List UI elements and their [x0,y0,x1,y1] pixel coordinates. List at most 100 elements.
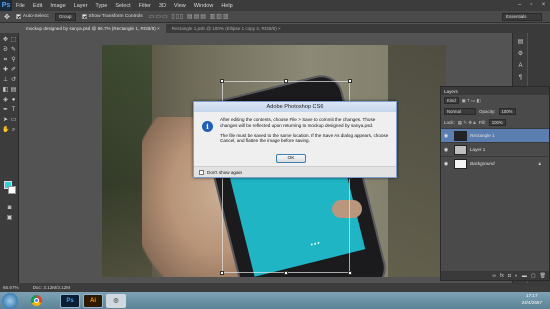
workspace-switcher[interactable]: Essentials [502,13,542,21]
chrome-icon[interactable] [26,294,46,308]
layers-tab[interactable]: Layers [441,87,549,95]
history-brush-icon[interactable]: ↺ [10,77,17,84]
window-controls: – ▫ × [515,1,548,9]
history-panel-icon[interactable]: ▤ [517,39,524,46]
filter-icons[interactable]: ▣ T ▭ ◧ [462,98,481,104]
dialog-title: Adobe Photoshop CS6 [194,102,396,112]
eraser-icon[interactable]: ◧ [2,87,9,94]
start-button[interactable] [2,292,18,309]
fill-field[interactable]: 100% [488,119,506,126]
zoom-level[interactable]: 66.67% [3,285,19,290]
tab-rectangle[interactable]: Rectangle 1.psb @ 100% (Ellipse 1 copy 2… [166,24,287,33]
menu-filter[interactable]: Filter [135,3,155,9]
menu-view[interactable]: View [170,3,190,9]
document-tabs: mockup designed by sanya.psd @ 66.7% (Re… [20,24,532,33]
photoshop-dialog: Adobe Photoshop CS6 i After editing the … [193,101,397,178]
lock-label: Lock: [444,120,455,125]
menu-select[interactable]: Select [111,3,134,9]
layer-background[interactable]: ◉ Background 🔒︎ [441,156,549,170]
adjustment-icon[interactable]: ◐ [515,273,518,279]
auto-select-dropdown[interactable]: Group [55,12,76,21]
paragraph-panel-icon[interactable]: ¶ [517,75,524,82]
properties-panel-icon[interactable]: ⚙ [517,51,524,58]
menu-layer[interactable]: Layer [70,3,92,9]
quick-mask-icon[interactable]: ◙ [6,205,13,212]
status-bar: 66.67% Doc: 3.12M/3.12M [0,283,550,292]
folder-icon[interactable]: ▬ [522,273,527,279]
brush-icon[interactable]: ✐ [10,67,17,74]
transform-handle[interactable] [220,271,224,275]
maximize-icon[interactable]: ▫ [527,1,536,9]
menu-window[interactable]: Window [190,3,218,9]
link-icon[interactable]: ∞ [492,273,496,279]
options-bar: ✥ Auto-Select: Group Show Transform Cont… [0,11,550,23]
layers-filter-row: Kind ▣ T ▭ ◧ [441,95,549,106]
menu-image[interactable]: Image [46,3,69,9]
transform-handle[interactable] [220,79,224,83]
trash-icon[interactable]: 🗑︎ [540,273,546,279]
screen-mode-icon[interactable]: ▣ [6,215,13,222]
close-icon[interactable]: × [539,1,548,9]
crop-icon[interactable]: ⌗ [2,57,9,64]
show-transform-checkbox[interactable] [81,14,87,19]
layer-rectangle-1[interactable]: ◉ Rectangle 1 [441,128,549,142]
marquee-icon[interactable]: ⬚ [10,37,17,44]
zoom-icon[interactable]: ⌕ [10,127,17,134]
dont-show-label[interactable]: Don't show again [207,170,242,175]
menu-file[interactable]: File [12,3,29,9]
photoshop-icon[interactable]: Ps [60,293,80,308]
lasso-icon[interactable]: ᘐ [2,47,9,54]
show-transform-option[interactable]: Show Transform Controls [81,14,143,19]
dont-show-checkbox[interactable] [199,169,204,175]
menu-help[interactable]: Help [217,3,236,9]
shape-icon[interactable]: ▭ [10,117,17,124]
fx-icon[interactable]: fx [500,273,504,279]
blend-mode-dropdown[interactable]: Normal [444,108,476,115]
ok-button[interactable]: OK [276,154,306,163]
menu-3d[interactable]: 3D [155,3,170,9]
transform-handle[interactable] [284,79,288,83]
layer-layer-1[interactable]: ◉ Layer 1 [441,142,549,156]
transform-handle[interactable] [348,271,352,275]
tools-panel: ✥ ⬚ ᘐ ✎ ⌗ ⚲ ✚ ✐ ⊥ ↺ ◧ ▤ ◈ ● ✒ T ➤ ▭ ✋ ⌕ … [0,33,19,283]
move-tool-icon[interactable]: ✥ [4,13,10,21]
opacity-field[interactable]: 100% [498,108,516,115]
auto-select-option[interactable]: Auto-Select: [15,14,49,19]
photoshop-logo: Ps [0,0,12,11]
minimize-icon[interactable]: – [515,1,524,9]
transform-handle[interactable] [348,79,352,83]
menu-type[interactable]: Type [91,3,111,9]
eyedropper-icon[interactable]: ⚲ [10,57,17,64]
transform-handle[interactable] [284,271,288,275]
tab-mockup[interactable]: mockup designed by sanya.psd @ 66.7% (Re… [20,24,166,33]
eye-icon[interactable]: ◉ [441,133,451,139]
hand-icon[interactable]: ✋ [2,127,9,134]
eye-icon[interactable]: ◉ [441,147,451,153]
character-panel-icon[interactable]: A [517,63,524,70]
mask-icon[interactable]: ◘ [508,273,511,279]
type-icon[interactable]: T [10,107,17,114]
smart-object-thumbnail [454,130,467,141]
new-layer-icon[interactable]: ▢ [531,273,536,279]
layers-footer: ∞ fx ◘ ◐ ▬ ▢ 🗑︎ [441,271,549,280]
pen-icon[interactable]: ✒ [2,107,9,114]
disk-icon[interactable]: ◎ [106,293,126,308]
background-color-swatch[interactable] [8,186,16,194]
quick-select-icon[interactable]: ✎ [10,47,17,54]
dodge-icon[interactable]: ● [10,97,17,104]
stamp-icon[interactable]: ⊥ [2,77,9,84]
filter-kind-dropdown[interactable]: Kind [444,97,459,104]
blur-icon[interactable]: ◈ [2,97,9,104]
path-select-icon[interactable]: ➤ [2,117,9,124]
align-icons[interactable]: ▭▭▭ ▯▯▯ ▤▤▤ ▥▥▥ [149,13,230,20]
system-clock[interactable]: 17:17 24/4/2557 [522,293,542,306]
auto-select-checkbox[interactable] [15,14,21,19]
healing-icon[interactable]: ✚ [2,67,9,74]
gradient-icon[interactable]: ▤ [10,87,17,94]
lock-icons[interactable]: ▦ ✎ ✥ 🔒︎ [458,120,476,126]
info-icon: i [202,121,213,132]
menu-edit[interactable]: Edit [29,3,46,9]
illustrator-icon[interactable]: Ai [83,293,103,308]
move-icon[interactable]: ✥ [2,37,9,44]
eye-icon[interactable]: ◉ [441,161,451,167]
